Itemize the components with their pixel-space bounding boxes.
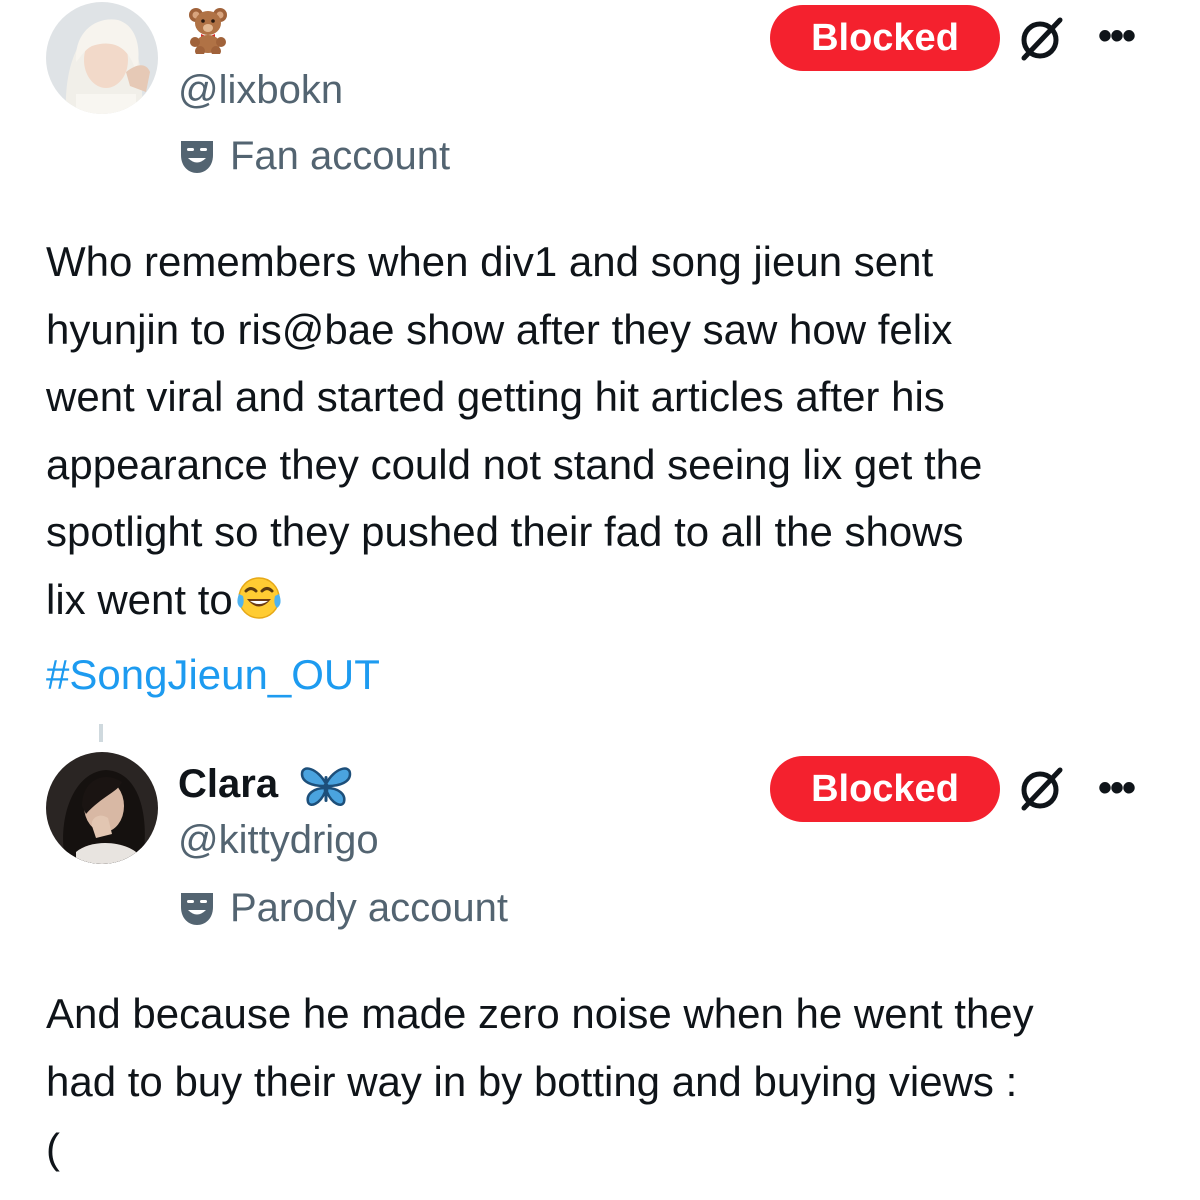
account-label: Parody account <box>178 884 508 932</box>
theater-mask-icon <box>178 889 216 927</box>
tweet-text-line: hyunjin to ris@bae show after they saw h… <box>46 305 953 353</box>
more-options-icon[interactable]: ••• <box>1098 16 1136 56</box>
avatar[interactable] <box>46 2 158 114</box>
tweet-text-line: spotlight so they pushed their fad to al… <box>46 508 964 555</box>
blocked-button[interactable]: Blocked <box>770 5 1000 71</box>
account-label-text: Parody account <box>230 886 508 930</box>
tweet-text: Who remembers when div1 and song jieun s… <box>46 228 1166 709</box>
more-options-icon[interactable]: ••• <box>1098 768 1136 808</box>
teddy-bear-emoji <box>187 6 229 59</box>
tweet-text-line: Who remembers when div1 and song jieun s… <box>46 238 934 285</box>
tweet-text-line: ( <box>46 1125 60 1172</box>
tweet-text-line: And because he made zero noise when he w… <box>46 990 1034 1037</box>
theater-mask-icon <box>178 137 216 175</box>
account-label: Fan account <box>178 132 450 180</box>
handle[interactable]: @kittydrigo <box>178 816 379 864</box>
tweet-text-line: went viral and started getting hit artic… <box>46 373 945 420</box>
hashtag-link[interactable]: #SongJieun_OUT <box>46 641 1166 709</box>
grok-icon[interactable] <box>1016 764 1066 819</box>
butterfly-emoji <box>298 762 354 815</box>
tweet-text-line: had to buy their way in by botting and b… <box>46 1057 1018 1105</box>
tweet-text-line: lix went to <box>46 575 233 623</box>
tweet-text-line-last: lix went to <box>46 566 1166 642</box>
grok-icon[interactable] <box>1016 14 1066 69</box>
tweet-text-line: appearance they could not stand seeing l… <box>46 440 983 488</box>
display-name[interactable]: Clara <box>178 760 278 808</box>
thread-connector <box>99 724 103 742</box>
handle[interactable]: @lixbokn <box>178 66 343 114</box>
account-label-text: Fan account <box>230 134 451 178</box>
blocked-button[interactable]: Blocked <box>770 756 1000 822</box>
tweet-text: And because he made zero noise when he w… <box>46 980 1166 1183</box>
avatar[interactable] <box>46 752 158 864</box>
face-with-tears-of-joy-emoji <box>235 574 283 642</box>
